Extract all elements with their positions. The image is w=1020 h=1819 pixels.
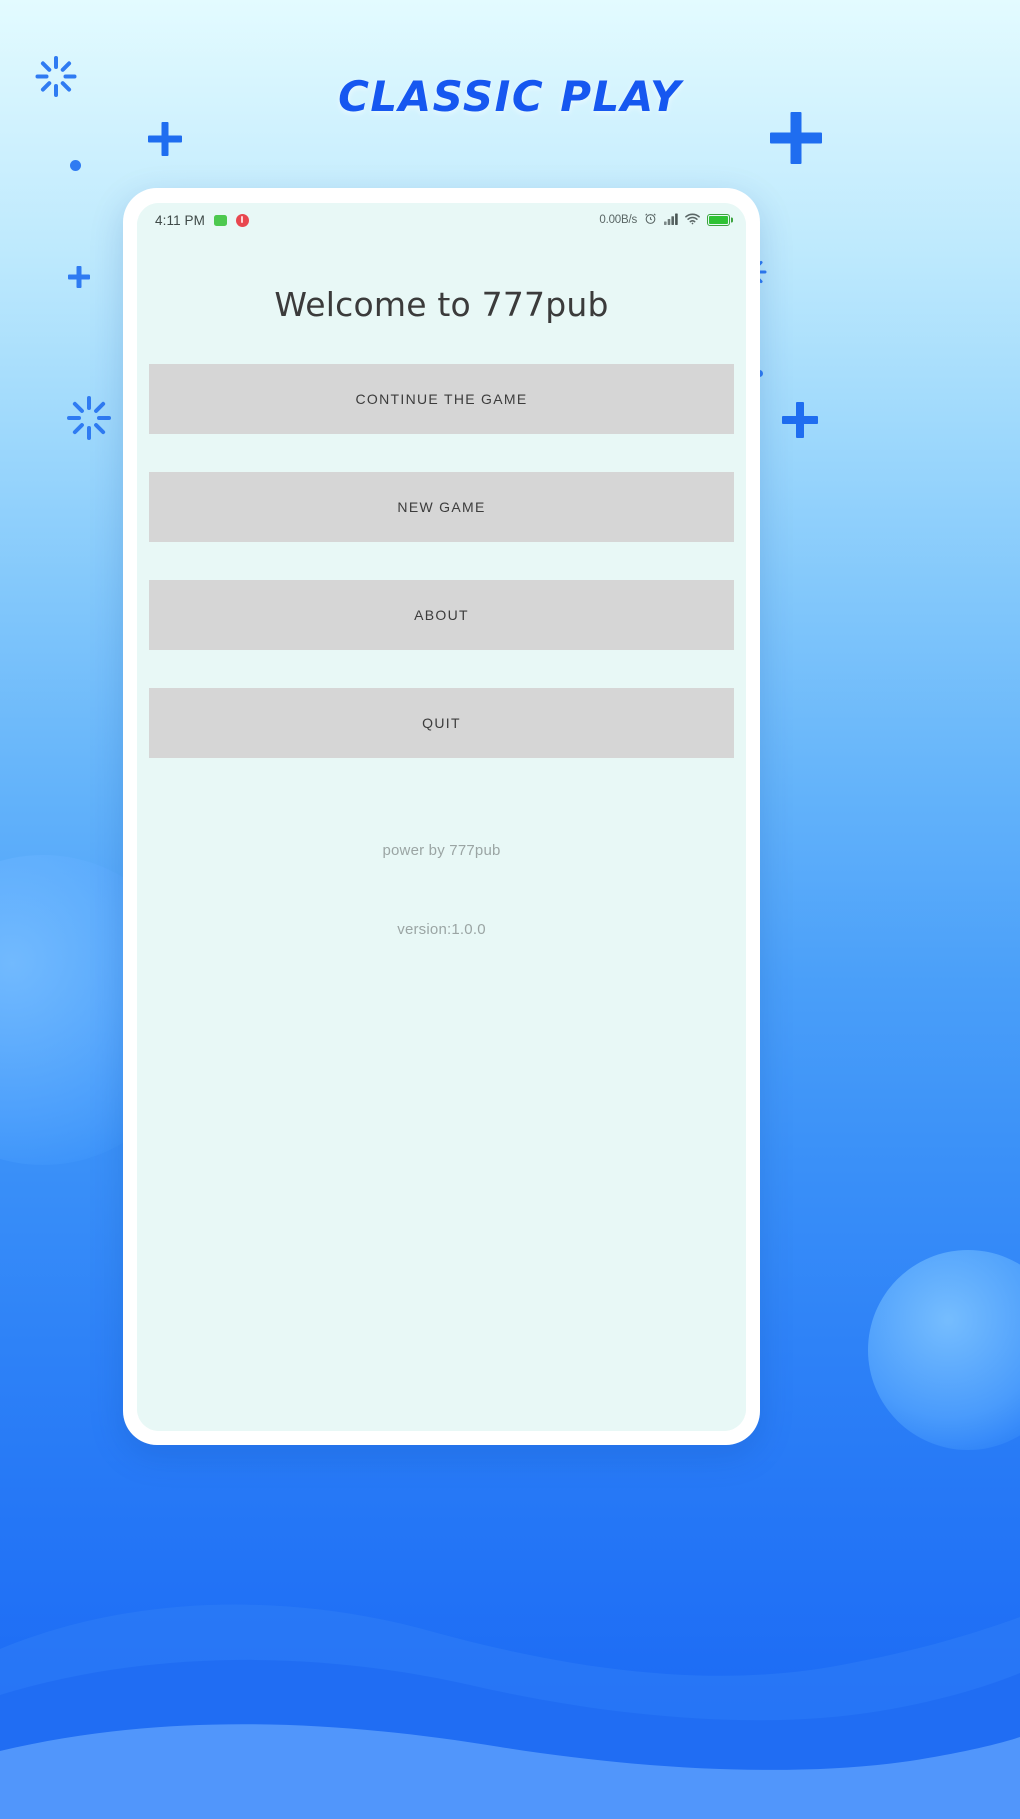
battery-icon bbox=[707, 214, 730, 226]
network-speed-label: 0.00B/s bbox=[599, 214, 637, 226]
continue-the-game-button[interactable]: CONTINUE THE GAME bbox=[149, 364, 734, 434]
wifi-icon bbox=[685, 213, 700, 228]
app-content: Welcome to 777pub CONTINUE THE GAME NEW … bbox=[137, 237, 746, 1431]
plus-decoration-1 bbox=[148, 122, 182, 156]
phone-mockup-frame: 4:11 PM 0.00B/s Welcome to 777pub CONTIN… bbox=[123, 188, 760, 1445]
phone-screen: 4:11 PM 0.00B/s Welcome to 777pub CONTIN… bbox=[137, 203, 746, 1431]
about-button[interactable]: ABOUT bbox=[149, 580, 734, 650]
powered-by-label: power by 777pub bbox=[382, 842, 501, 859]
status-bar-left: 4:11 PM bbox=[155, 213, 249, 228]
decorative-blob-right bbox=[868, 1250, 1020, 1450]
red-record-icon bbox=[235, 213, 249, 227]
status-bar-clock: 4:11 PM bbox=[155, 212, 205, 228]
quit-button[interactable]: QUIT bbox=[149, 688, 734, 758]
version-label: version:1.0.0 bbox=[397, 921, 486, 938]
decorative-waves bbox=[0, 1499, 1020, 1819]
status-bar-right: 0.00B/s bbox=[599, 212, 730, 228]
new-game-button[interactable]: NEW GAME bbox=[149, 472, 734, 542]
green-square-icon bbox=[213, 214, 227, 226]
signal-bars-icon bbox=[664, 213, 678, 228]
plus-decoration-4 bbox=[782, 402, 818, 438]
sparkle-decoration-2 bbox=[66, 388, 112, 440]
plus-decoration-3 bbox=[68, 266, 90, 288]
alarm-clock-icon bbox=[644, 212, 657, 228]
page-title: CLASSIC PLAY bbox=[338, 72, 682, 121]
status-bar: 4:11 PM 0.00B/s bbox=[137, 203, 746, 237]
welcome-heading: Welcome to 777pub bbox=[274, 285, 609, 324]
dot-decoration-1 bbox=[70, 160, 81, 171]
